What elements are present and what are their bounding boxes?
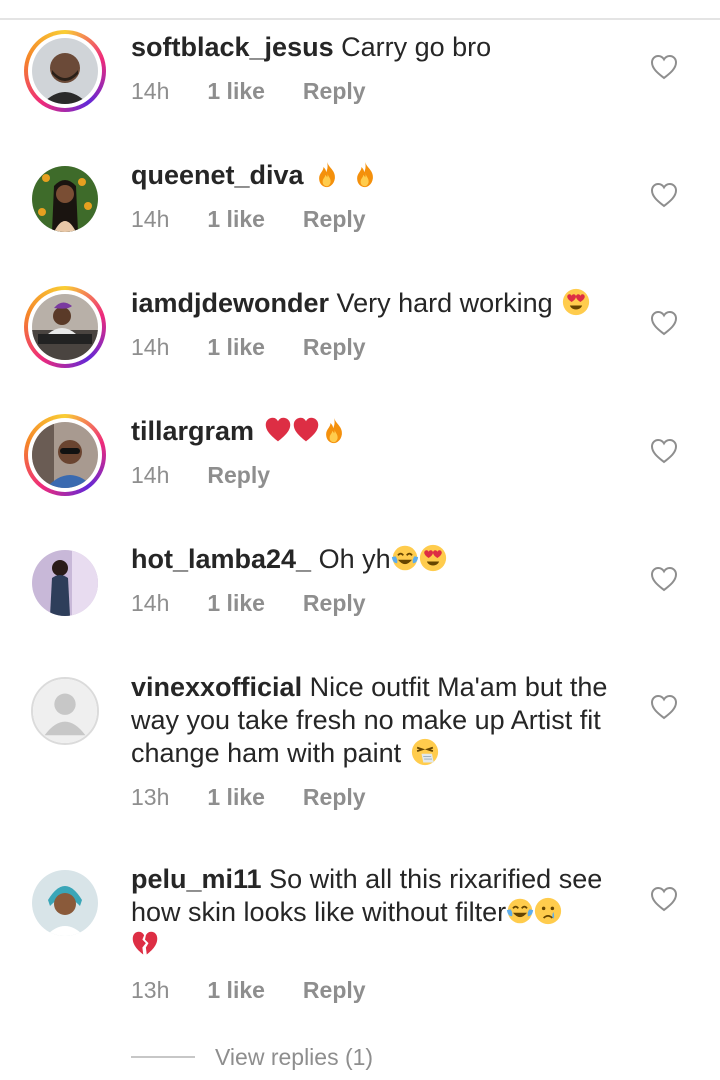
- view-replies-button[interactable]: View replies (1): [131, 1044, 373, 1071]
- avatar[interactable]: [24, 286, 106, 368]
- likes-count[interactable]: 1 like: [207, 590, 265, 616]
- comment-meta: 13h 1 like Reply: [131, 976, 366, 1004]
- username[interactable]: softblack_jesus: [131, 32, 334, 62]
- timestamp: 13h: [131, 977, 170, 1003]
- avatar[interactable]: [24, 414, 106, 496]
- comment-meta: 13h 1 like Reply: [131, 783, 366, 811]
- comment-text: hot_lamba24_ Oh yh: [131, 543, 631, 576]
- timestamp: 13h: [131, 784, 170, 810]
- username[interactable]: iamdjdewonder: [131, 288, 329, 318]
- heart-outline-icon[interactable]: [650, 310, 678, 336]
- top-divider: [0, 18, 720, 20]
- fire-emoji: [351, 160, 379, 188]
- reply-button[interactable]: Reply: [303, 334, 366, 360]
- likes-count[interactable]: 1 like: [207, 977, 265, 1003]
- tears-of-joy-emoji: [391, 544, 419, 572]
- heart-outline-icon[interactable]: [650, 886, 678, 912]
- reply-button[interactable]: Reply: [207, 462, 270, 488]
- red-heart-emoji: [264, 416, 292, 444]
- reply-button[interactable]: Reply: [303, 977, 366, 1003]
- avatar[interactable]: [24, 158, 106, 240]
- comment-body: Oh yh: [318, 544, 391, 574]
- avatar[interactable]: [24, 30, 106, 112]
- comment-text: queenet_diva: [131, 159, 631, 192]
- comment-text: pelu_mi11 So with all this rixarified se…: [131, 863, 631, 962]
- comment-body: Carry go bro: [341, 32, 492, 62]
- likes-count[interactable]: 1 like: [207, 334, 265, 360]
- avatar[interactable]: [24, 670, 106, 752]
- reply-button[interactable]: Reply: [303, 590, 366, 616]
- crying-face-emoji: [534, 897, 562, 925]
- comment-text: softblack_jesus Carry go bro: [131, 31, 631, 64]
- heart-eyes-emoji: [562, 288, 590, 316]
- username[interactable]: vinexxofficial: [131, 672, 302, 702]
- comment-meta: 14h 1 like Reply: [131, 77, 366, 105]
- timestamp: 14h: [131, 78, 170, 104]
- likes-count[interactable]: 1 like: [207, 784, 265, 810]
- heart-outline-icon[interactable]: [650, 694, 678, 720]
- timestamp: 14h: [131, 206, 170, 232]
- avatar[interactable]: [24, 542, 106, 624]
- likes-count[interactable]: 1 like: [207, 78, 265, 104]
- broken-heart-emoji: [131, 930, 159, 958]
- comment-body: Very hard working: [336, 288, 553, 318]
- reply-button[interactable]: Reply: [303, 784, 366, 810]
- fire-emoji: [320, 416, 348, 444]
- heart-outline-icon[interactable]: [650, 54, 678, 80]
- timestamp: 14h: [131, 334, 170, 360]
- comment-meta: 14h Reply: [131, 461, 270, 489]
- view-replies-label[interactable]: View replies (1): [215, 1044, 373, 1070]
- comment-meta: 14h 1 like Reply: [131, 589, 366, 617]
- comment-text: iamdjdewonder Very hard working: [131, 287, 631, 320]
- red-heart-emoji: [292, 416, 320, 444]
- heart-eyes-emoji: [419, 544, 447, 572]
- avatar[interactable]: [24, 862, 106, 944]
- comment-text: vinexxofficial Nice outfit Ma'am but the…: [131, 671, 631, 770]
- heart-outline-icon[interactable]: [650, 182, 678, 208]
- tears-of-joy-emoji: [506, 897, 534, 925]
- timestamp: 14h: [131, 462, 170, 488]
- comment-meta: 14h 1 like Reply: [131, 333, 366, 361]
- comment-meta: 14h 1 like Reply: [131, 205, 366, 233]
- reply-button[interactable]: Reply: [303, 78, 366, 104]
- comment-text: tillargram: [131, 415, 631, 448]
- fire-emoji: [313, 160, 341, 188]
- reply-button[interactable]: Reply: [303, 206, 366, 232]
- sneezing-face-emoji: [411, 738, 439, 766]
- username[interactable]: tillargram: [131, 416, 254, 446]
- replies-divider: [131, 1056, 195, 1058]
- username[interactable]: pelu_mi11: [131, 864, 262, 894]
- timestamp: 14h: [131, 590, 170, 616]
- heart-outline-icon[interactable]: [650, 566, 678, 592]
- likes-count[interactable]: 1 like: [207, 206, 265, 232]
- heart-outline-icon[interactable]: [650, 438, 678, 464]
- username[interactable]: hot_lamba24_: [131, 544, 311, 574]
- username[interactable]: queenet_diva: [131, 160, 304, 190]
